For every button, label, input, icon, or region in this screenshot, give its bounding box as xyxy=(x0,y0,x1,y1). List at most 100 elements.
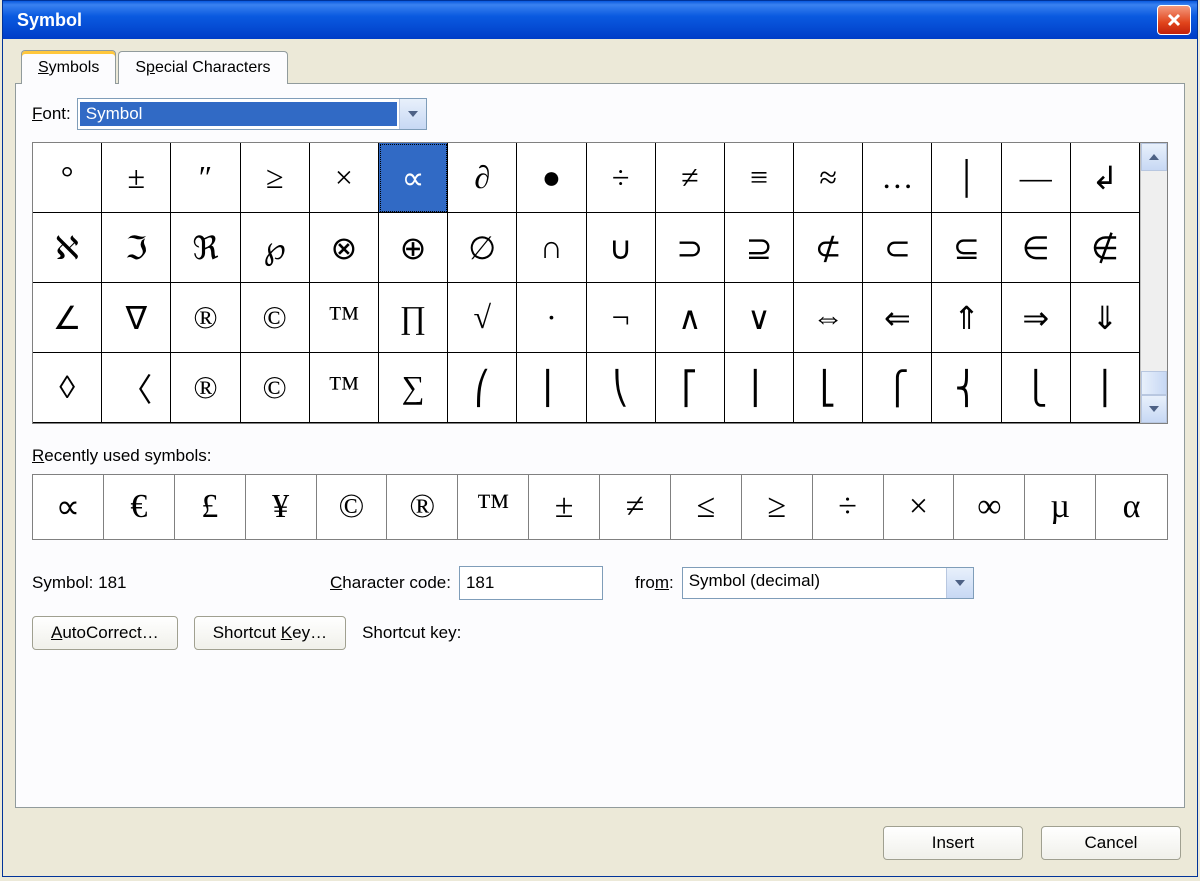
close-button[interactable] xyxy=(1157,5,1191,35)
symbol-cell[interactable]: ≥ xyxy=(241,143,310,213)
symbol-cell[interactable]: ≠ xyxy=(656,143,725,213)
recent-symbol-cell[interactable]: ÷ xyxy=(813,475,884,539)
symbol-cell[interactable]: ∧ xyxy=(656,283,725,353)
symbol-cell[interactable]: ℜ xyxy=(171,213,240,283)
symbol-cell[interactable]: ∇ xyxy=(102,283,171,353)
symbol-cell[interactable]: ◊ xyxy=(33,353,102,423)
symbol-cell[interactable]: ⎜ xyxy=(517,353,586,423)
font-dropdown[interactable]: Symbol xyxy=(77,98,427,130)
symbol-cell[interactable]: © xyxy=(241,353,310,423)
symbol-cell[interactable]: ∑ xyxy=(379,353,448,423)
symbol-cell[interactable]: ⎧ xyxy=(863,353,932,423)
from-dropdown[interactable]: Symbol (decimal) xyxy=(682,567,974,599)
symbol-cell[interactable]: ∨ xyxy=(725,283,794,353)
symbol-cell[interactable]: ™ xyxy=(310,283,379,353)
symbol-cell[interactable]: ⊇ xyxy=(725,213,794,283)
symbol-cell[interactable]: ⊗ xyxy=(310,213,379,283)
symbol-cell[interactable]: ″ xyxy=(171,143,240,213)
symbol-cell[interactable]: ⎣ xyxy=(794,353,863,423)
symbol-cell[interactable]: ∉ xyxy=(1071,213,1140,283)
recent-symbol-cell[interactable]: × xyxy=(884,475,955,539)
recent-symbol-cell[interactable]: ∝ xyxy=(33,475,104,539)
symbol-cell[interactable]: ℑ xyxy=(102,213,171,283)
symbol-cell[interactable]: ∂ xyxy=(448,143,517,213)
dialog-buttons: Insert Cancel xyxy=(15,808,1185,864)
symbol-cell[interactable]: ⇓ xyxy=(1071,283,1140,353)
recent-symbol-cell[interactable]: µ xyxy=(1025,475,1096,539)
symbol-cell[interactable]: ⇒ xyxy=(1002,283,1071,353)
recent-symbol-cell[interactable]: ± xyxy=(529,475,600,539)
symbol-cell[interactable]: ⊂ xyxy=(863,213,932,283)
symbol-cell[interactable]: © xyxy=(241,283,310,353)
font-dropdown-button[interactable] xyxy=(399,99,426,129)
recent-symbol-cell[interactable]: € xyxy=(104,475,175,539)
symbol-cell[interactable]: … xyxy=(863,143,932,213)
recent-symbol-cell[interactable]: ™ xyxy=(458,475,529,539)
symbol-cell[interactable]: ⎢ xyxy=(725,353,794,423)
symbol-cell[interactable]: ⊄ xyxy=(794,213,863,283)
symbol-cell[interactable]: ⊕ xyxy=(379,213,448,283)
symbol-cell[interactable]: ⎝ xyxy=(587,353,656,423)
recent-symbol-cell[interactable]: ≥ xyxy=(742,475,813,539)
shortcut-key-button[interactable]: Shortcut Key… xyxy=(194,616,346,650)
symbol-cell[interactable]: ● xyxy=(517,143,586,213)
symbol-cell[interactable]: ∩ xyxy=(517,213,586,283)
symbol-cell[interactable]: √ xyxy=(448,283,517,353)
symbol-cell[interactable]: — xyxy=(1002,143,1071,213)
symbol-cell[interactable]: ⊃ xyxy=(656,213,725,283)
symbol-cell[interactable]: ® xyxy=(171,283,240,353)
recent-symbol-cell[interactable]: α xyxy=(1096,475,1167,539)
symbol-cell[interactable]: ÷ xyxy=(587,143,656,213)
autocorrect-button[interactable]: AutoCorrect… xyxy=(32,616,178,650)
symbol-cell[interactable]: ⊆ xyxy=(932,213,1001,283)
symbol-cell[interactable]: ⇐ xyxy=(863,283,932,353)
symbol-cell[interactable]: ⎩ xyxy=(1002,353,1071,423)
symbol-cell[interactable]: ℘ xyxy=(241,213,310,283)
symbol-cell[interactable]: × xyxy=(310,143,379,213)
recent-symbol-cell[interactable]: ≤ xyxy=(671,475,742,539)
symbol-cell[interactable]: ⇔ xyxy=(794,283,863,353)
tab-symbols[interactable]: Symbols xyxy=(21,50,116,84)
symbol-cell[interactable]: ≈ xyxy=(794,143,863,213)
scroll-track[interactable] xyxy=(1141,171,1167,395)
symbol-cell[interactable]: ± xyxy=(102,143,171,213)
symbol-cell[interactable]: ⇑ xyxy=(932,283,1001,353)
symbol-cell[interactable]: ∝ xyxy=(379,143,448,213)
symbol-grid-container: °±″≥×∝∂●÷≠≡≈…│—↲ ℵℑℜ℘⊗⊕∅∩∪⊃⊇⊄⊂⊆∈∉ ∠∇®©™∏√·… xyxy=(32,142,1168,424)
symbol-cell[interactable]: ⎨ xyxy=(932,353,1001,423)
symbol-cell[interactable]: ⎛ xyxy=(448,353,517,423)
symbol-cell[interactable]: ∠ xyxy=(33,283,102,353)
symbol-cell[interactable]: ≡ xyxy=(725,143,794,213)
symbol-cell[interactable]: ∈ xyxy=(1002,213,1071,283)
symbol-cell[interactable]: ⎪ xyxy=(1071,353,1140,423)
symbol-cell[interactable]: ∅ xyxy=(448,213,517,283)
symbol-cell[interactable]: ° xyxy=(33,143,102,213)
symbol-cell[interactable]: 〈 xyxy=(102,353,171,423)
recent-symbol-cell[interactable]: £ xyxy=(175,475,246,539)
tab-special-characters[interactable]: Special Characters xyxy=(118,51,287,84)
scroll-down-button[interactable] xyxy=(1141,395,1167,423)
from-dropdown-button[interactable] xyxy=(946,568,973,598)
symbol-cell[interactable]: │ xyxy=(932,143,1001,213)
cancel-button[interactable]: Cancel xyxy=(1041,826,1181,860)
symbol-cell[interactable]: ↲ xyxy=(1071,143,1140,213)
recent-symbol-cell[interactable]: © xyxy=(317,475,388,539)
scroll-up-button[interactable] xyxy=(1141,143,1167,171)
scroll-thumb[interactable] xyxy=(1141,371,1167,395)
symbol-cell[interactable]: ⎡ xyxy=(656,353,725,423)
symbol-cell[interactable]: ∪ xyxy=(587,213,656,283)
recent-symbol-cell[interactable]: ¥ xyxy=(246,475,317,539)
recent-symbol-cell[interactable]: ∞ xyxy=(954,475,1025,539)
symbol-cell[interactable]: ® xyxy=(171,353,240,423)
recent-symbol-cell[interactable]: ≠ xyxy=(600,475,671,539)
recent-symbol-cell[interactable]: ® xyxy=(387,475,458,539)
font-label: Font: xyxy=(32,104,71,124)
symbol-cell[interactable]: ∏ xyxy=(379,283,448,353)
symbol-cell[interactable]: ™ xyxy=(310,353,379,423)
symbol-cell[interactable]: ¬ xyxy=(587,283,656,353)
symbol-cell[interactable]: ℵ xyxy=(33,213,102,283)
insert-button[interactable]: Insert xyxy=(883,826,1023,860)
symbol-cell[interactable]: · xyxy=(517,283,586,353)
grid-scrollbar[interactable] xyxy=(1140,143,1167,423)
character-code-input[interactable] xyxy=(459,566,603,600)
